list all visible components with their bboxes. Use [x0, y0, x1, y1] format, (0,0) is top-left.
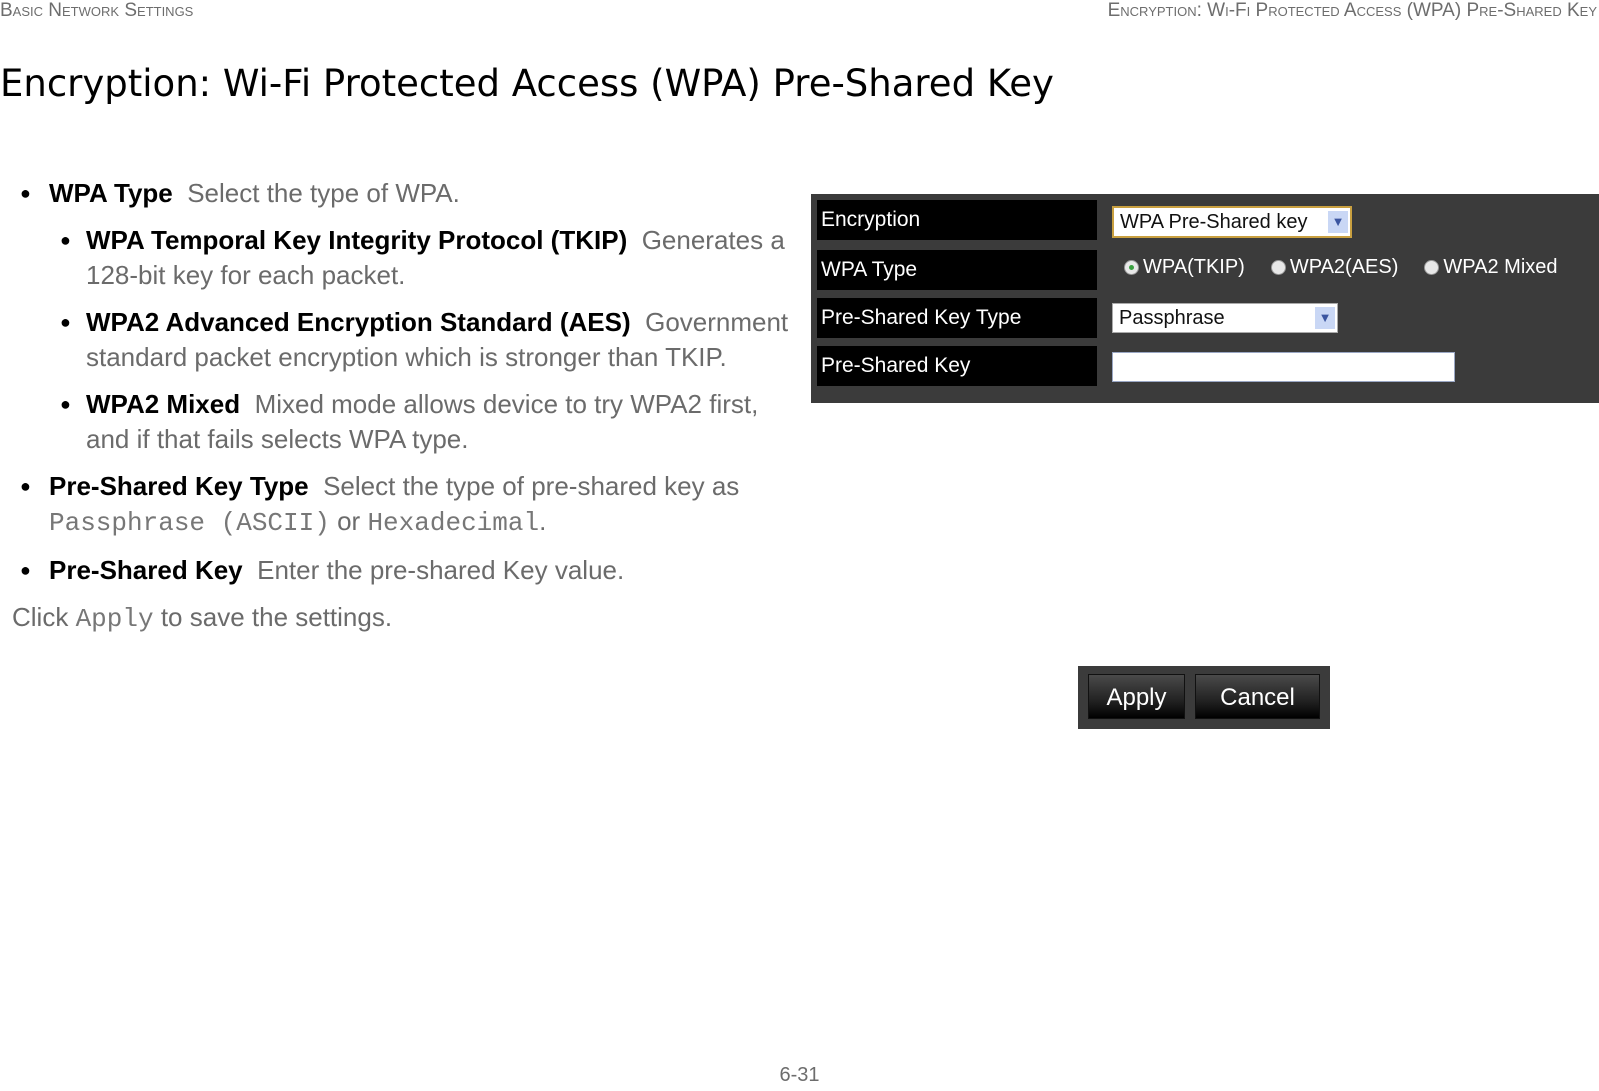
- list-item: ● Pre-Shared Key Type Select the type of…: [0, 469, 790, 541]
- code-apply: Apply: [75, 604, 154, 634]
- psk-label: Pre-Shared Key: [817, 346, 1097, 386]
- radio-wpa2-aes[interactable]: WPA2(AES): [1270, 256, 1399, 279]
- psk-input[interactable]: [1112, 352, 1455, 382]
- item-term: Pre-Shared Key: [49, 555, 243, 585]
- wpa-type-radio-group: WPA(TKIP) WPA2(AES) WPA2 Mixed: [1124, 256, 1558, 279]
- radio-label: WPA2 Mixed: [1443, 256, 1558, 278]
- list-item: ● WPA2 Advanced Encryption Standard (AES…: [0, 305, 790, 375]
- radio-selected-icon[interactable]: [1124, 260, 1139, 275]
- bullet-icon: ●: [20, 183, 31, 203]
- cancel-button[interactable]: Cancel: [1195, 674, 1320, 719]
- radio-wpa2-mixed[interactable]: WPA2 Mixed: [1424, 256, 1558, 279]
- apply-button[interactable]: Apply: [1088, 674, 1185, 719]
- running-header-left: Basic Network Settings: [0, 0, 194, 21]
- item-desc: Enter the pre-shared Key value.: [257, 555, 625, 585]
- radio-unselected-icon[interactable]: [1270, 260, 1286, 275]
- button-bar: Apply Cancel: [1078, 666, 1330, 729]
- radio-label: WPA(TKIP): [1143, 256, 1245, 278]
- item-term: WPA2 Advanced Encryption Standard (AES): [86, 307, 631, 337]
- item-desc: Select the type of WPA.: [187, 178, 460, 208]
- item-term: WPA2 Mixed: [86, 389, 241, 419]
- wpa-type-label: WPA Type: [817, 250, 1097, 290]
- page-title: Encryption: Wi-Fi Protected Access (WPA)…: [0, 62, 1054, 105]
- psk-type-select-value: Passphrase: [1119, 307, 1225, 329]
- running-header-right: Encryption: Wi-Fi Protected Access (WPA)…: [1107, 0, 1597, 21]
- psk-type-label: Pre-Shared Key Type: [817, 298, 1097, 338]
- list-item: ● WPA2 Mixed Mixed mode allows device to…: [0, 387, 790, 457]
- code-passphrase: Passphrase (ASCII): [49, 508, 330, 538]
- bullet-icon: ●: [20, 560, 31, 580]
- radio-unselected-icon[interactable]: [1424, 260, 1440, 275]
- period: .: [539, 506, 547, 536]
- instruction-text: Click: [12, 602, 69, 632]
- encryption-select[interactable]: WPA Pre-Shared key ▼: [1112, 206, 1352, 238]
- list-item: ● WPA Type Select the type of WPA.: [0, 176, 790, 211]
- item-term: WPA Type: [49, 178, 173, 208]
- description-list: ● WPA Type Select the type of WPA. ● WPA…: [0, 176, 790, 637]
- bullet-icon: ●: [20, 476, 31, 496]
- item-term: Pre-Shared Key Type: [49, 471, 309, 501]
- page-number: 6-31: [779, 1064, 820, 1086]
- item-desc: Select the type of pre-shared key as: [323, 471, 740, 501]
- encryption-label: Encryption: [817, 200, 1097, 240]
- chevron-down-icon[interactable]: ▼: [1315, 307, 1335, 329]
- apply-instruction: Click Apply to save the settings.: [0, 600, 790, 637]
- item-desc-or: or: [337, 506, 361, 536]
- encryption-select-value: WPA Pre-Shared key: [1120, 211, 1308, 233]
- bullet-icon: ●: [60, 312, 71, 332]
- psk-type-select[interactable]: Passphrase ▼: [1112, 303, 1338, 333]
- list-item: ● Pre-Shared Key Enter the pre-shared Ke…: [0, 553, 790, 588]
- wpa-settings-panel: Encryption WPA Pre-Shared key ▼ WPA Type…: [811, 194, 1599, 403]
- radio-label: WPA2(AES): [1289, 256, 1399, 278]
- radio-wpa-tkip[interactable]: WPA(TKIP): [1124, 256, 1245, 279]
- bullet-icon: ●: [60, 230, 71, 250]
- bullet-icon: ●: [60, 394, 71, 414]
- list-item: ● WPA Temporal Key Integrity Protocol (T…: [0, 223, 790, 293]
- instruction-text: to save the settings.: [160, 602, 393, 632]
- code-hexadecimal: Hexadecimal: [367, 508, 540, 538]
- chevron-down-icon[interactable]: ▼: [1328, 211, 1348, 233]
- item-term: WPA Temporal Key Integrity Protocol (TKI…: [86, 225, 628, 255]
